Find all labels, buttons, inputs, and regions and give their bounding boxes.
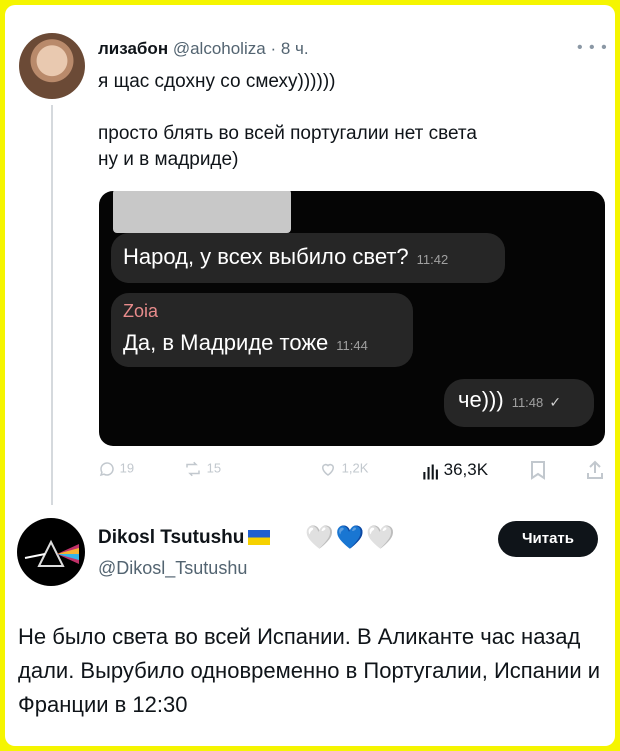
bookmark-button[interactable] — [530, 460, 546, 480]
reply-icon — [99, 462, 114, 477]
tweet2-handle[interactable]: @Dikosl_Tsutushu — [98, 558, 247, 579]
white-heart-icon: 🤍 — [366, 524, 397, 550]
avatar-dikosl[interactable] — [17, 518, 85, 586]
white-heart-icon: 🤍 — [305, 524, 336, 550]
check-icon: ✓ — [549, 394, 562, 410]
emoji-hearts: 🤍💙🤍 — [305, 524, 397, 551]
repost-icon — [186, 461, 200, 477]
tweet1-text: я щас сдохну со смеху)))))) просто блять… — [98, 71, 477, 170]
like-button[interactable]: 1,2K — [318, 460, 368, 478]
views-chart-icon — [423, 464, 438, 480]
repost-count: 15 — [206, 460, 222, 476]
ukraine-flag-icon — [248, 530, 271, 546]
views-button[interactable]: 36,3K — [420, 460, 488, 482]
blurred-header — [113, 191, 291, 233]
like-count: 1,2K — [341, 460, 369, 476]
chat-message-time: 11:44 — [336, 338, 368, 353]
share-button[interactable] — [586, 460, 604, 480]
blue-heart-icon: 💙 — [335, 524, 367, 550]
avatar-lizabon[interactable] — [19, 33, 85, 99]
tweet1-handle[interactable]: @alcoholiza — [173, 39, 266, 58]
more-dots-icon[interactable]: • • • — [577, 39, 608, 57]
chat-message-text: Да, в Мадриде тоже — [123, 330, 329, 355]
chat-bubble-2: Zoia Да, в Мадриде тоже 11:44 — [111, 293, 413, 367]
tweet2-name-text: Dikosl Tsutushu — [98, 527, 245, 548]
chat-message-time: 11:42 — [416, 252, 449, 267]
chat-message-time: 11:48 — [511, 395, 544, 410]
tweet1-separator: · — [270, 39, 277, 58]
chat-bubble-1: Народ, у всех выбило свет? 11:42 — [111, 233, 505, 283]
chat-screenshot-media[interactable]: Народ, у всех выбило свет? 11:42 Zoia Да,… — [99, 191, 605, 446]
tweet1-header: лизабон @alcoholiza · 8 ч. — [98, 39, 309, 59]
prism-logo-icon — [24, 539, 79, 567]
tweet1-action-bar: 19 15 1,2K 36,3K — [98, 460, 606, 482]
chat-bubble-3: че))) 11:48 ✓ — [444, 379, 594, 427]
chat-sender-name: Zoia — [123, 301, 159, 321]
tweet2-text: Не было света во всей Испании. В Аликант… — [18, 624, 601, 717]
tweet2-display-name[interactable]: Dikosl Tsutushu — [98, 527, 271, 549]
heart-icon — [321, 463, 335, 476]
views-count: 36,3K — [443, 460, 489, 479]
repost-button[interactable]: 15 — [183, 460, 221, 478]
screenshot-frame: лизабон @alcoholiza · 8 ч. • • • я щас с… — [5, 5, 615, 746]
chat-message-text: че))) — [458, 387, 504, 412]
chat-message-text: Народ, у всех выбило свет? — [123, 244, 409, 269]
reply-button[interactable]: 19 — [98, 460, 134, 478]
bookmark-icon — [531, 461, 545, 480]
follow-button[interactable]: Читать — [498, 521, 598, 557]
thread-connector — [51, 105, 53, 505]
reply-count: 19 — [119, 460, 135, 476]
tweet1-time[interactable]: 8 ч. — [281, 39, 309, 58]
tweet1-display-name[interactable]: лизабон — [98, 39, 168, 58]
share-icon — [587, 460, 603, 479]
